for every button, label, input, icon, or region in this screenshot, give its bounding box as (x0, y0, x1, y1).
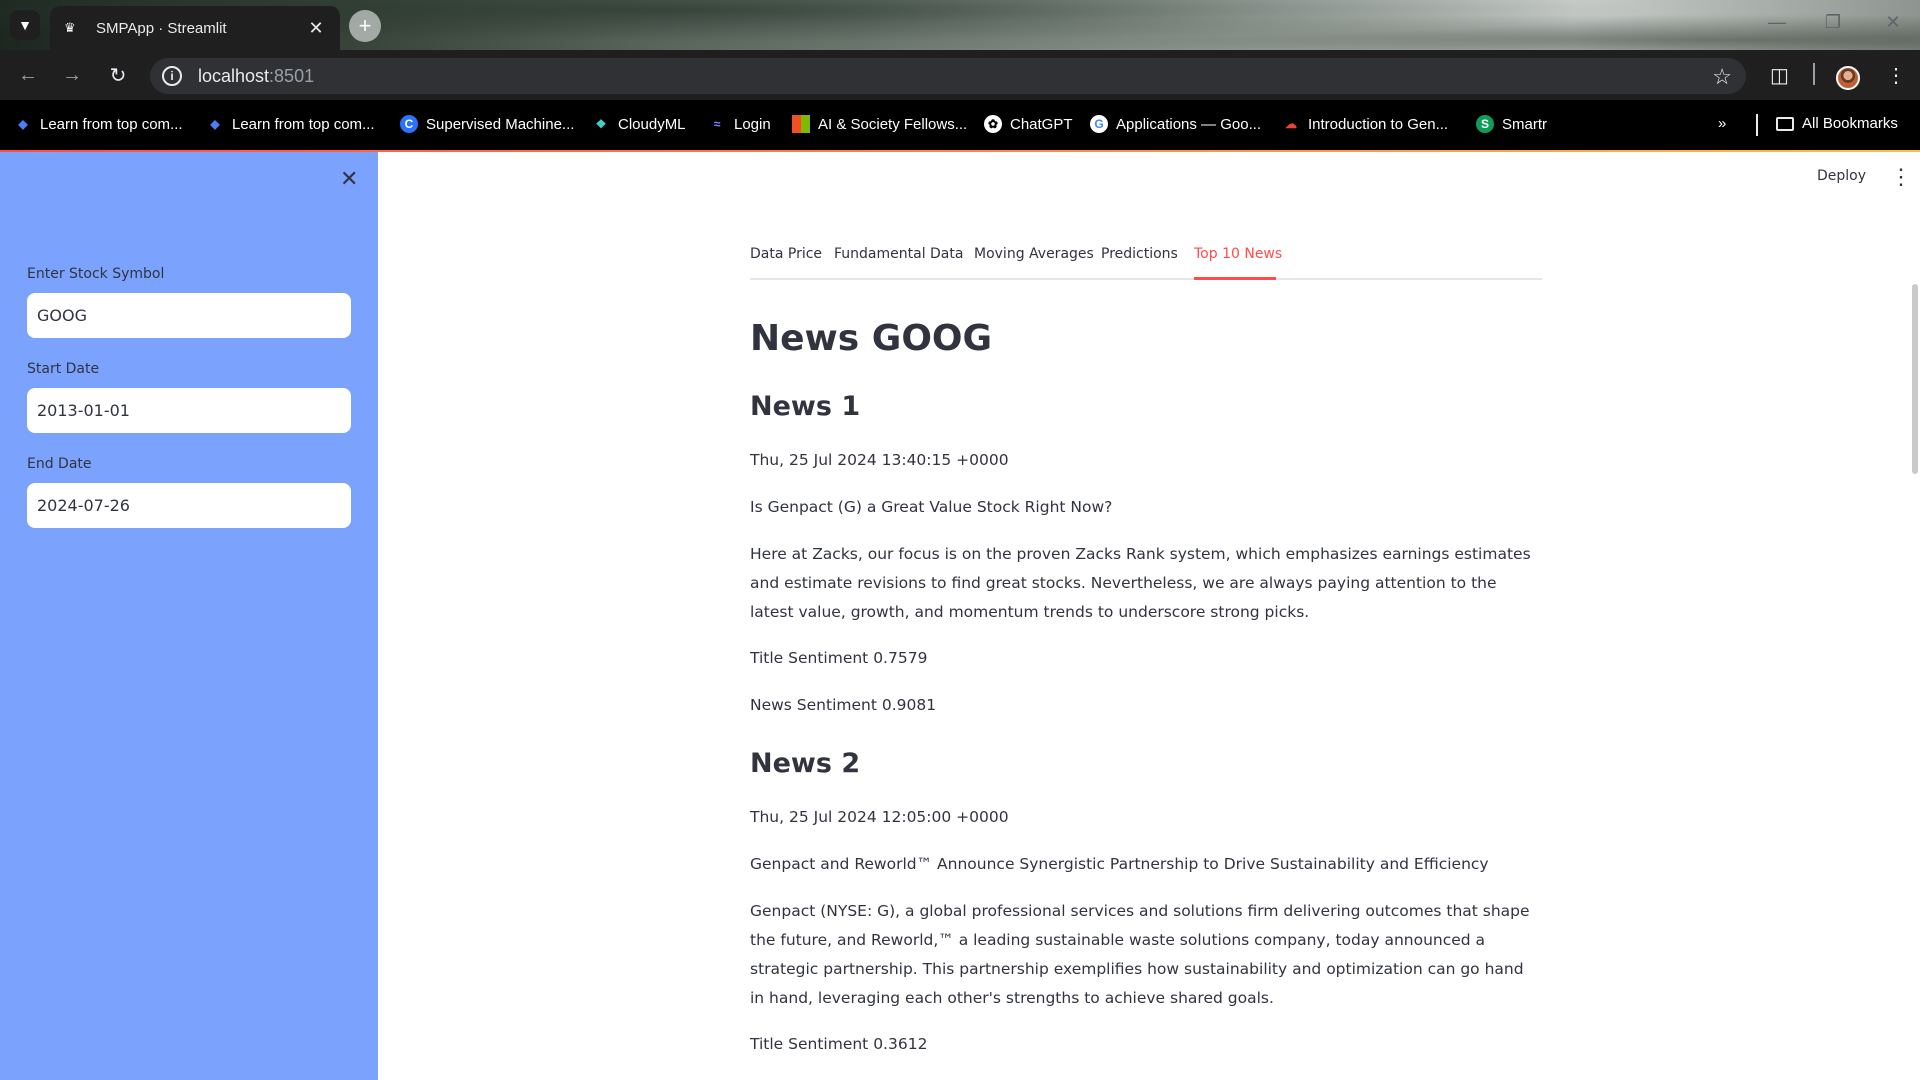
restore-icon[interactable]: ❐ (1818, 12, 1848, 33)
tab-top-10-news[interactable]: Top 10 News (1194, 246, 1282, 262)
bookmark-item[interactable]: ≈ Login (708, 115, 771, 133)
news-headline: Is Genpact (G) a Great Value Stock Right… (750, 498, 1113, 516)
main-menu-icon[interactable]: ⋮ (1890, 164, 1912, 190)
tab-bar: Data Price Fundamental Data Moving Avera… (750, 246, 1542, 280)
microsoft-icon (792, 115, 810, 133)
start-date-label: Start Date (27, 361, 100, 377)
start-date-value: 2013-01-01 (37, 401, 130, 420)
bookmark-item[interactable]: ◆ Learn from top com... (14, 115, 183, 133)
bookmark-label: Learn from top com... (232, 115, 375, 133)
bookmark-label: Learn from top com... (40, 115, 183, 133)
bookmark-item[interactable]: S Smartr (1476, 115, 1547, 133)
folder-icon (1776, 116, 1794, 131)
smartr-icon: S (1476, 115, 1494, 133)
page-scrollbar[interactable] (1912, 284, 1918, 474)
tab-fundamental-data[interactable]: Fundamental Data (834, 246, 963, 262)
url-port: :8501 (269, 65, 315, 86)
deploy-button[interactable]: Deploy (1817, 168, 1866, 184)
news-summary: Genpact (NYSE: G), a global professional… (750, 902, 1530, 1007)
active-tab-indicator (1194, 277, 1276, 280)
back-arrow-icon[interactable]: ← (16, 63, 40, 87)
news-date: Thu, 25 Jul 2024 12:05:00 +0000 (750, 808, 1009, 826)
google-icon: G (1090, 115, 1108, 133)
end-date-input[interactable]: 2024-07-26 (27, 483, 351, 528)
coursera-icon: ◆ (210, 117, 220, 131)
stock-symbol-label: Enter Stock Symbol (27, 266, 165, 282)
bookmark-item[interactable]: ✿ ChatGPT (984, 115, 1073, 133)
news-title-sentiment: Title Sentiment 0.3612 (750, 1035, 928, 1053)
tab-data-price[interactable]: Data Price (750, 246, 822, 262)
start-date-input[interactable]: 2013-01-01 (27, 388, 351, 433)
tab-predictions[interactable]: Predictions (1101, 246, 1178, 262)
tab-search-button[interactable]: ▼ (10, 10, 40, 40)
bookmark-star-icon[interactable]: ☆ (1712, 64, 1732, 90)
news-sentiment: News Sentiment 0.9081 (750, 696, 937, 714)
bookmark-label: ChatGPT (1010, 115, 1073, 133)
end-date-value: 2024-07-26 (37, 496, 130, 515)
news-summary: Here at Zacks, our focus is on the prove… (750, 545, 1531, 621)
toolbar-divider (1813, 63, 1815, 85)
forward-arrow-icon[interactable]: → (60, 63, 84, 87)
bookmark-label: AI & Society Fellows... (818, 115, 968, 133)
close-icon[interactable]: ✕ (306, 18, 326, 39)
bookmark-item[interactable]: ❖ CloudyML (592, 115, 686, 133)
coursera-icon: ◆ (18, 117, 28, 131)
profile-avatar[interactable] (1836, 66, 1860, 90)
news-title-sentiment: Title Sentiment 0.7579 (750, 649, 928, 667)
extensions-puzzle-icon[interactable]: ◫ (1770, 63, 1789, 88)
chrome-menu-icon[interactable]: ⋮ (1886, 63, 1906, 88)
url-host: localhost (198, 65, 270, 86)
bookmark-label: Supervised Machine... (426, 115, 575, 133)
chevron-down-icon: ▼ (18, 17, 32, 33)
minimize-icon[interactable]: — (1762, 12, 1792, 33)
bookmarks-bar: ◆ Learn from top com... ◆ Learn from top… (0, 100, 1920, 150)
browser-titlebar: ▼ ♛ SMPApp · Streamlit ✕ + — ❐ ✕ (0, 0, 1920, 50)
bookmark-item[interactable]: G Applications — Goo... (1090, 115, 1261, 133)
window-close-icon[interactable]: ✕ (1878, 12, 1908, 33)
tab-moving-averages[interactable]: Moving Averages (974, 246, 1094, 262)
bookmark-label: Smartr (1502, 115, 1547, 133)
tab-title: SMPApp · Streamlit (96, 19, 227, 37)
streamlit-crown-icon: ♛ (64, 20, 76, 35)
bookmark-label: Applications — Goo... (1116, 115, 1262, 133)
site-info-icon[interactable]: i (162, 66, 182, 86)
bookmark-label: Introduction to Gen... (1308, 115, 1449, 133)
page-title: News GOOG (750, 318, 993, 359)
close-sidebar-icon[interactable]: ✕ (340, 166, 358, 192)
stock-symbol-value: GOOG (37, 306, 87, 325)
news-date: Thu, 25 Jul 2024 13:40:15 +0000 (750, 451, 1009, 469)
all-bookmarks-button[interactable]: All Bookmarks (1776, 115, 1898, 132)
bookmarks-divider (1756, 114, 1758, 136)
openai-icon: ✿ (984, 115, 1002, 133)
all-bookmarks-label: All Bookmarks (1802, 115, 1898, 132)
stock-symbol-input[interactable]: GOOG (27, 293, 351, 338)
coursera-c-icon: C (400, 115, 418, 133)
bookmark-item[interactable]: ◆ Learn from top com... (206, 115, 375, 133)
browser-tab-active[interactable]: ♛ SMPApp · Streamlit ✕ (50, 6, 340, 50)
bookmark-item[interactable]: ☁ Introduction to Gen... (1282, 115, 1448, 133)
plus-icon: + (358, 13, 372, 38)
end-date-label: End Date (27, 456, 92, 472)
news-title: News 1 (750, 391, 861, 422)
streamlit-app: ✕ Enter Stock Symbol GOOG Start Date 201… (0, 150, 1920, 1080)
news-title: News 2 (750, 748, 861, 779)
cloudyml-icon: ❖ (595, 117, 607, 131)
bookmark-item[interactable]: AI & Society Fellows... (792, 115, 967, 133)
bookmark-label: CloudyML (618, 115, 686, 133)
more-bookmarks-icon[interactable]: » (1718, 115, 1726, 132)
google-cloud-icon: ☁ (1285, 117, 1297, 131)
bookmark-item[interactable]: C Supervised Machine... (400, 115, 574, 133)
sidebar: ✕ Enter Stock Symbol GOOG Start Date 201… (0, 152, 378, 1080)
reload-icon[interactable]: ↻ (106, 63, 130, 87)
login-icon: ≈ (713, 117, 721, 131)
bookmark-label: Login (734, 115, 771, 133)
news-headline: Genpact and Reworld™ Announce Synergisti… (750, 855, 1489, 873)
address-bar[interactable]: i localhost:8501 ☆ (150, 58, 1746, 94)
browser-toolbar: ← → ↻ i localhost:8501 ☆ ◫ ⋮ (0, 50, 1920, 100)
new-tab-button[interactable]: + (349, 10, 381, 42)
url-text: localhost:8501 (198, 66, 314, 87)
